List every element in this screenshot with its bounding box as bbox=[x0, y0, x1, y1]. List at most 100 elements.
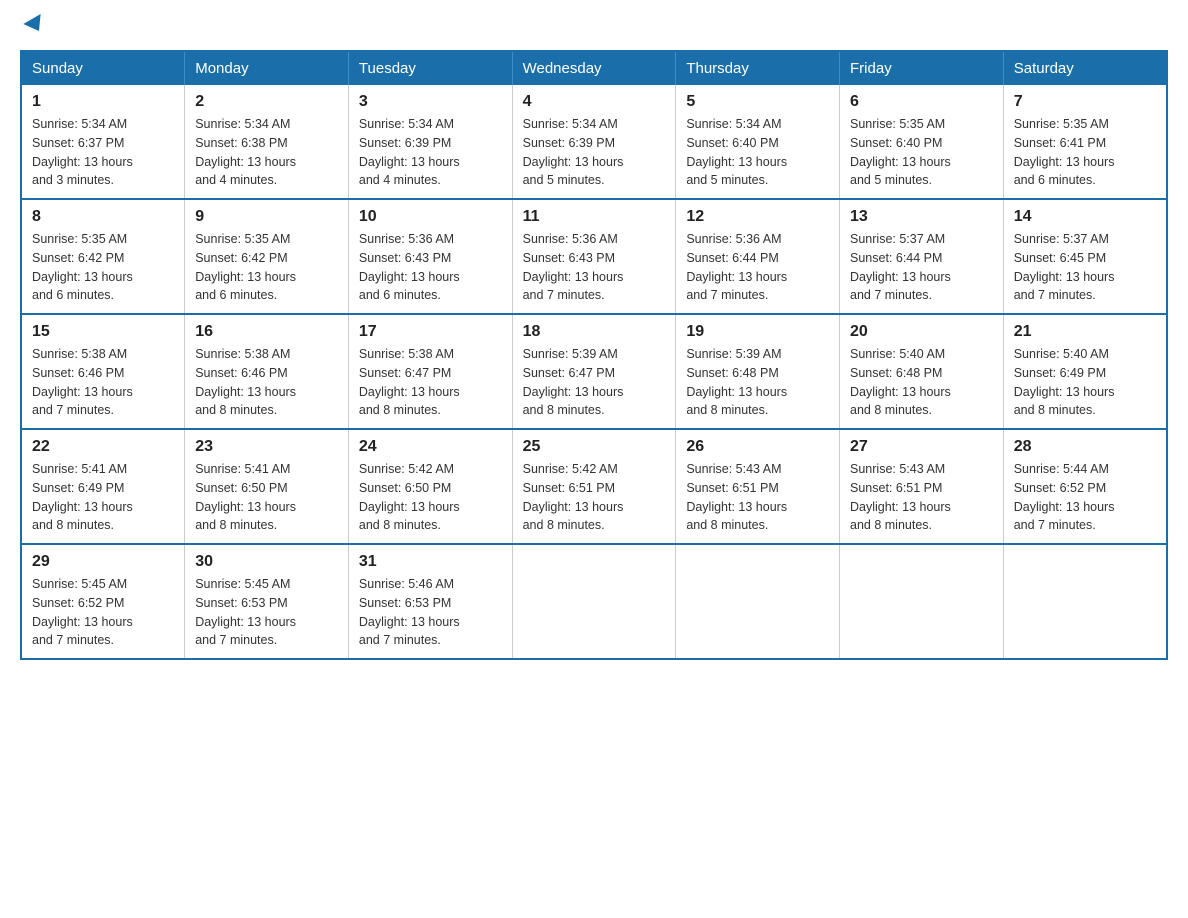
calendar-cell: 15 Sunrise: 5:38 AM Sunset: 6:46 PM Dayl… bbox=[21, 314, 185, 429]
day-number: 21 bbox=[1014, 323, 1156, 341]
day-info: Sunrise: 5:34 AM Sunset: 6:39 PM Dayligh… bbox=[523, 115, 666, 190]
col-header-thursday: Thursday bbox=[676, 51, 840, 85]
calendar-cell: 8 Sunrise: 5:35 AM Sunset: 6:42 PM Dayli… bbox=[21, 199, 185, 314]
day-number: 5 bbox=[686, 93, 829, 111]
calendar-cell: 13 Sunrise: 5:37 AM Sunset: 6:44 PM Dayl… bbox=[840, 199, 1004, 314]
day-info: Sunrise: 5:44 AM Sunset: 6:52 PM Dayligh… bbox=[1014, 460, 1156, 535]
col-header-monday: Monday bbox=[185, 51, 349, 85]
calendar-cell: 21 Sunrise: 5:40 AM Sunset: 6:49 PM Dayl… bbox=[1003, 314, 1167, 429]
day-info: Sunrise: 5:41 AM Sunset: 6:49 PM Dayligh… bbox=[32, 460, 174, 535]
calendar-cell: 12 Sunrise: 5:36 AM Sunset: 6:44 PM Dayl… bbox=[676, 199, 840, 314]
calendar-cell: 28 Sunrise: 5:44 AM Sunset: 6:52 PM Dayl… bbox=[1003, 429, 1167, 544]
col-header-saturday: Saturday bbox=[1003, 51, 1167, 85]
day-number: 12 bbox=[686, 208, 829, 226]
day-number: 16 bbox=[195, 323, 338, 341]
calendar-week-row: 29 Sunrise: 5:45 AM Sunset: 6:52 PM Dayl… bbox=[21, 544, 1167, 659]
calendar-cell: 6 Sunrise: 5:35 AM Sunset: 6:40 PM Dayli… bbox=[840, 85, 1004, 199]
day-number: 14 bbox=[1014, 208, 1156, 226]
calendar-week-row: 1 Sunrise: 5:34 AM Sunset: 6:37 PM Dayli… bbox=[21, 85, 1167, 199]
day-number: 17 bbox=[359, 323, 502, 341]
day-info: Sunrise: 5:34 AM Sunset: 6:38 PM Dayligh… bbox=[195, 115, 338, 190]
calendar-cell: 30 Sunrise: 5:45 AM Sunset: 6:53 PM Dayl… bbox=[185, 544, 349, 659]
logo bbox=[20, 20, 42, 34]
calendar-cell bbox=[676, 544, 840, 659]
day-number: 7 bbox=[1014, 93, 1156, 111]
day-info: Sunrise: 5:40 AM Sunset: 6:49 PM Dayligh… bbox=[1014, 345, 1156, 420]
calendar-cell: 9 Sunrise: 5:35 AM Sunset: 6:42 PM Dayli… bbox=[185, 199, 349, 314]
calendar-week-row: 8 Sunrise: 5:35 AM Sunset: 6:42 PM Dayli… bbox=[21, 199, 1167, 314]
calendar-cell: 16 Sunrise: 5:38 AM Sunset: 6:46 PM Dayl… bbox=[185, 314, 349, 429]
day-number: 19 bbox=[686, 323, 829, 341]
calendar-header-row: SundayMondayTuesdayWednesdayThursdayFrid… bbox=[21, 51, 1167, 85]
day-number: 25 bbox=[523, 438, 666, 456]
calendar-cell: 19 Sunrise: 5:39 AM Sunset: 6:48 PM Dayl… bbox=[676, 314, 840, 429]
calendar-cell: 26 Sunrise: 5:43 AM Sunset: 6:51 PM Dayl… bbox=[676, 429, 840, 544]
day-info: Sunrise: 5:39 AM Sunset: 6:47 PM Dayligh… bbox=[523, 345, 666, 420]
calendar-cell bbox=[1003, 544, 1167, 659]
day-info: Sunrise: 5:35 AM Sunset: 6:40 PM Dayligh… bbox=[850, 115, 993, 190]
day-info: Sunrise: 5:38 AM Sunset: 6:47 PM Dayligh… bbox=[359, 345, 502, 420]
day-info: Sunrise: 5:35 AM Sunset: 6:42 PM Dayligh… bbox=[32, 230, 174, 305]
day-info: Sunrise: 5:37 AM Sunset: 6:45 PM Dayligh… bbox=[1014, 230, 1156, 305]
day-number: 18 bbox=[523, 323, 666, 341]
calendar-cell bbox=[512, 544, 676, 659]
calendar-cell: 31 Sunrise: 5:46 AM Sunset: 6:53 PM Dayl… bbox=[348, 544, 512, 659]
calendar-cell: 2 Sunrise: 5:34 AM Sunset: 6:38 PM Dayli… bbox=[185, 85, 349, 199]
day-number: 30 bbox=[195, 553, 338, 571]
calendar-cell: 18 Sunrise: 5:39 AM Sunset: 6:47 PM Dayl… bbox=[512, 314, 676, 429]
day-number: 31 bbox=[359, 553, 502, 571]
day-number: 22 bbox=[32, 438, 174, 456]
day-number: 15 bbox=[32, 323, 174, 341]
calendar-cell bbox=[840, 544, 1004, 659]
day-number: 24 bbox=[359, 438, 502, 456]
day-info: Sunrise: 5:46 AM Sunset: 6:53 PM Dayligh… bbox=[359, 575, 502, 650]
logo-arrow-icon bbox=[23, 14, 47, 36]
day-number: 2 bbox=[195, 93, 338, 111]
calendar-week-row: 22 Sunrise: 5:41 AM Sunset: 6:49 PM Dayl… bbox=[21, 429, 1167, 544]
calendar-cell: 4 Sunrise: 5:34 AM Sunset: 6:39 PM Dayli… bbox=[512, 85, 676, 199]
calendar-cell: 20 Sunrise: 5:40 AM Sunset: 6:48 PM Dayl… bbox=[840, 314, 1004, 429]
day-info: Sunrise: 5:45 AM Sunset: 6:53 PM Dayligh… bbox=[195, 575, 338, 650]
col-header-sunday: Sunday bbox=[21, 51, 185, 85]
day-info: Sunrise: 5:38 AM Sunset: 6:46 PM Dayligh… bbox=[195, 345, 338, 420]
day-info: Sunrise: 5:36 AM Sunset: 6:43 PM Dayligh… bbox=[523, 230, 666, 305]
day-info: Sunrise: 5:40 AM Sunset: 6:48 PM Dayligh… bbox=[850, 345, 993, 420]
calendar-cell: 14 Sunrise: 5:37 AM Sunset: 6:45 PM Dayl… bbox=[1003, 199, 1167, 314]
day-info: Sunrise: 5:38 AM Sunset: 6:46 PM Dayligh… bbox=[32, 345, 174, 420]
day-info: Sunrise: 5:42 AM Sunset: 6:50 PM Dayligh… bbox=[359, 460, 502, 535]
calendar-cell: 22 Sunrise: 5:41 AM Sunset: 6:49 PM Dayl… bbox=[21, 429, 185, 544]
col-header-tuesday: Tuesday bbox=[348, 51, 512, 85]
day-info: Sunrise: 5:43 AM Sunset: 6:51 PM Dayligh… bbox=[850, 460, 993, 535]
calendar-cell: 3 Sunrise: 5:34 AM Sunset: 6:39 PM Dayli… bbox=[348, 85, 512, 199]
calendar-cell: 25 Sunrise: 5:42 AM Sunset: 6:51 PM Dayl… bbox=[512, 429, 676, 544]
calendar-cell: 17 Sunrise: 5:38 AM Sunset: 6:47 PM Dayl… bbox=[348, 314, 512, 429]
calendar-cell: 5 Sunrise: 5:34 AM Sunset: 6:40 PM Dayli… bbox=[676, 85, 840, 199]
day-info: Sunrise: 5:34 AM Sunset: 6:39 PM Dayligh… bbox=[359, 115, 502, 190]
day-number: 13 bbox=[850, 208, 993, 226]
day-number: 6 bbox=[850, 93, 993, 111]
day-info: Sunrise: 5:35 AM Sunset: 6:42 PM Dayligh… bbox=[195, 230, 338, 305]
day-number: 3 bbox=[359, 93, 502, 111]
day-info: Sunrise: 5:41 AM Sunset: 6:50 PM Dayligh… bbox=[195, 460, 338, 535]
day-number: 23 bbox=[195, 438, 338, 456]
day-info: Sunrise: 5:35 AM Sunset: 6:41 PM Dayligh… bbox=[1014, 115, 1156, 190]
calendar-cell: 29 Sunrise: 5:45 AM Sunset: 6:52 PM Dayl… bbox=[21, 544, 185, 659]
day-info: Sunrise: 5:34 AM Sunset: 6:40 PM Dayligh… bbox=[686, 115, 829, 190]
day-info: Sunrise: 5:42 AM Sunset: 6:51 PM Dayligh… bbox=[523, 460, 666, 535]
calendar-cell: 10 Sunrise: 5:36 AM Sunset: 6:43 PM Dayl… bbox=[348, 199, 512, 314]
col-header-friday: Friday bbox=[840, 51, 1004, 85]
day-info: Sunrise: 5:34 AM Sunset: 6:37 PM Dayligh… bbox=[32, 115, 174, 190]
day-number: 9 bbox=[195, 208, 338, 226]
day-number: 8 bbox=[32, 208, 174, 226]
page-header bbox=[20, 20, 1168, 34]
day-info: Sunrise: 5:39 AM Sunset: 6:48 PM Dayligh… bbox=[686, 345, 829, 420]
day-number: 20 bbox=[850, 323, 993, 341]
day-number: 10 bbox=[359, 208, 502, 226]
calendar-table: SundayMondayTuesdayWednesdayThursdayFrid… bbox=[20, 50, 1168, 660]
calendar-cell: 11 Sunrise: 5:36 AM Sunset: 6:43 PM Dayl… bbox=[512, 199, 676, 314]
calendar-cell: 23 Sunrise: 5:41 AM Sunset: 6:50 PM Dayl… bbox=[185, 429, 349, 544]
calendar-week-row: 15 Sunrise: 5:38 AM Sunset: 6:46 PM Dayl… bbox=[21, 314, 1167, 429]
calendar-cell: 1 Sunrise: 5:34 AM Sunset: 6:37 PM Dayli… bbox=[21, 85, 185, 199]
day-info: Sunrise: 5:37 AM Sunset: 6:44 PM Dayligh… bbox=[850, 230, 993, 305]
day-number: 1 bbox=[32, 93, 174, 111]
